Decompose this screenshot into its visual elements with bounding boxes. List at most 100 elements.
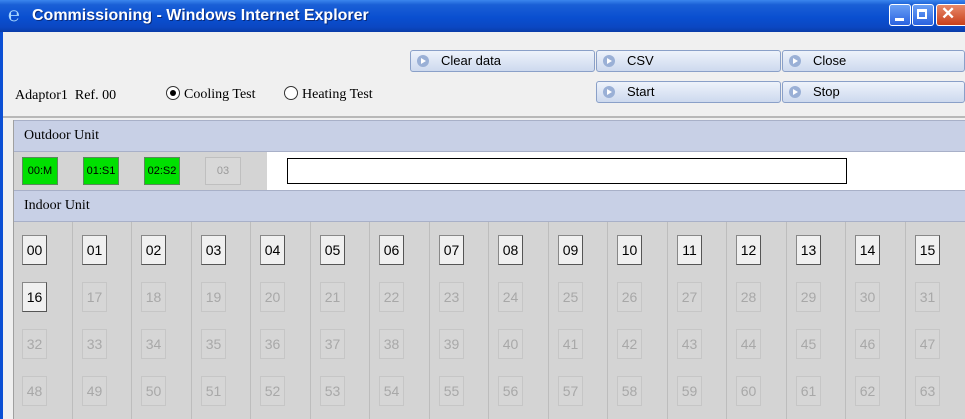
indoor-unit-button[interactable]: 31 <box>915 282 940 312</box>
minimize-button[interactable] <box>889 4 911 26</box>
indoor-unit-button[interactable]: 45 <box>796 329 821 359</box>
indoor-unit-button[interactable]: 40 <box>498 329 523 359</box>
indoor-unit-button[interactable]: 08 <box>498 235 523 265</box>
outdoor-unit-button[interactable]: 03 <box>205 157 241 185</box>
indoor-unit-button[interactable]: 55 <box>439 376 464 406</box>
indoor-unit-header: Indoor Unit <box>14 190 965 222</box>
title-bar: ℮ Commissioning - Windows Internet Explo… <box>0 0 965 32</box>
close-button[interactable]: Close <box>782 50 965 72</box>
indoor-unit-button[interactable]: 59 <box>677 376 702 406</box>
indoor-unit-button[interactable]: 47 <box>915 329 940 359</box>
ie-logo-icon: ℮ <box>8 4 21 26</box>
adaptor-label: Adaptor1 Ref. 00 <box>15 88 117 103</box>
indoor-unit-button[interactable]: 02 <box>141 235 166 265</box>
indoor-unit-button[interactable]: 14 <box>855 235 880 265</box>
indoor-unit-button[interactable]: 27 <box>677 282 702 312</box>
grid-divider <box>369 222 370 419</box>
indoor-unit-button[interactable]: 11 <box>677 235 702 265</box>
units-panel: Outdoor Unit 00:M 01:S1 02:S2 03 Indoor Uni… <box>13 120 965 419</box>
indoor-unit-button[interactable]: 28 <box>736 282 761 312</box>
indoor-unit-button[interactable]: 23 <box>439 282 464 312</box>
indoor-unit-button[interactable]: 36 <box>260 329 285 359</box>
indoor-unit-button[interactable]: 19 <box>201 282 226 312</box>
grid-divider <box>191 222 192 419</box>
indoor-unit-button[interactable]: 50 <box>141 376 166 406</box>
indoor-unit-button[interactable]: 13 <box>796 235 821 265</box>
cooling-test-radio[interactable]: Cooling Test <box>166 86 256 103</box>
indoor-unit-button[interactable]: 49 <box>82 376 107 406</box>
indoor-unit-button[interactable]: 52 <box>260 376 285 406</box>
indoor-unit-button[interactable]: 26 <box>617 282 642 312</box>
indoor-unit-button[interactable]: 30 <box>855 282 880 312</box>
close-window-button[interactable]: ✕ <box>936 4 965 26</box>
heating-test-radio[interactable]: Heating Test <box>284 86 373 103</box>
indoor-unit-button[interactable]: 25 <box>558 282 583 312</box>
indoor-unit-button[interactable]: 24 <box>498 282 523 312</box>
indoor-unit-button[interactable]: 09 <box>558 235 583 265</box>
maximize-button[interactable] <box>912 4 934 26</box>
indoor-unit-button[interactable]: 42 <box>617 329 642 359</box>
clear-data-button[interactable]: Clear data <box>410 50 595 72</box>
indoor-unit-button[interactable]: 20 <box>260 282 285 312</box>
indoor-unit-button[interactable]: 39 <box>439 329 464 359</box>
indoor-unit-button[interactable]: 38 <box>379 329 404 359</box>
indoor-unit-button[interactable]: 53 <box>320 376 345 406</box>
grid-divider <box>131 222 132 419</box>
indoor-unit-button[interactable]: 54 <box>379 376 404 406</box>
outdoor-unit-button[interactable]: 00:M <box>22 157 58 185</box>
clear-data-label: Clear data <box>441 53 501 68</box>
indoor-unit-button[interactable]: 04 <box>260 235 285 265</box>
outdoor-unit-button[interactable]: 02:S2 <box>144 157 180 185</box>
indoor-unit-button[interactable]: 56 <box>498 376 523 406</box>
start-button[interactable]: Start <box>596 81 781 103</box>
indoor-unit-button[interactable]: 12 <box>736 235 761 265</box>
indoor-unit-button[interactable]: 06 <box>379 235 404 265</box>
indoor-unit-button[interactable]: 57 <box>558 376 583 406</box>
stop-button[interactable]: Stop <box>782 81 965 103</box>
outdoor-unit-title: Outdoor Unit <box>24 128 100 143</box>
indoor-unit-button[interactable]: 01 <box>82 235 107 265</box>
indoor-unit-button[interactable]: 35 <box>201 329 226 359</box>
indoor-unit-button[interactable]: 03 <box>201 235 226 265</box>
indoor-unit-button[interactable]: 17 <box>82 282 107 312</box>
indoor-unit-button[interactable]: 60 <box>736 376 761 406</box>
indoor-unit-button[interactable]: 05 <box>320 235 345 265</box>
indoor-unit-button[interactable]: 22 <box>379 282 404 312</box>
indoor-unit-button[interactable]: 34 <box>141 329 166 359</box>
indoor-unit-button[interactable]: 46 <box>855 329 880 359</box>
radio-unselected-icon <box>284 86 298 100</box>
indoor-unit-button[interactable]: 16 <box>22 282 47 312</box>
indoor-unit-button[interactable]: 21 <box>320 282 345 312</box>
indoor-unit-button[interactable]: 41 <box>558 329 583 359</box>
indoor-unit-button[interactable]: 51 <box>201 376 226 406</box>
indoor-unit-button[interactable]: 58 <box>617 376 642 406</box>
indoor-unit-button[interactable]: 61 <box>796 376 821 406</box>
outdoor-unit-button[interactable]: 01:S1 <box>83 157 119 185</box>
indoor-unit-button[interactable]: 63 <box>915 376 940 406</box>
cooling-test-label: Cooling Test <box>184 87 256 102</box>
indoor-unit-title: Indoor Unit <box>24 198 90 213</box>
indoor-unit-button[interactable]: 29 <box>796 282 821 312</box>
indoor-unit-button[interactable]: 32 <box>22 329 47 359</box>
page-content: Clear data CSV Close Start Stop Adaptor1… <box>3 32 965 419</box>
indoor-unit-button[interactable]: 48 <box>22 376 47 406</box>
indoor-unit-button[interactable]: 43 <box>677 329 702 359</box>
close-icon: ✕ <box>941 4 956 23</box>
indoor-unit-button[interactable]: 18 <box>141 282 166 312</box>
indoor-unit-button[interactable]: 62 <box>855 376 880 406</box>
grid-divider <box>726 222 727 419</box>
indoor-unit-button[interactable]: 10 <box>617 235 642 265</box>
grid-divider <box>250 222 251 419</box>
indoor-unit-button[interactable]: 07 <box>439 235 464 265</box>
indoor-unit-button[interactable]: 33 <box>82 329 107 359</box>
csv-button[interactable]: CSV <box>596 50 781 72</box>
grid-divider <box>429 222 430 419</box>
play-arrow-icon <box>417 55 429 67</box>
indoor-unit-button[interactable]: 37 <box>320 329 345 359</box>
close-label: Close <box>813 53 847 68</box>
indoor-unit-grid: 00 01 02 03 04 05 06 07 08 09 10 11 12 13 14 15 16 17 18 19… <box>14 222 965 419</box>
indoor-unit-button[interactable]: 15 <box>915 235 940 265</box>
indoor-unit-button[interactable]: 00 <box>22 235 47 265</box>
indoor-unit-button[interactable]: 44 <box>736 329 761 359</box>
divider <box>3 116 965 118</box>
